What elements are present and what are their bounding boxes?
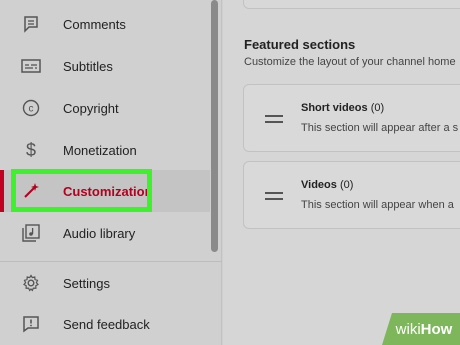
gear-icon [20, 272, 42, 294]
sidebar-item-label: Subtitles [63, 58, 113, 74]
subtitles-icon [20, 55, 42, 77]
sidebar-scrollbar[interactable] [211, 0, 218, 252]
svg-text:c: c [29, 104, 34, 115]
wikihow-watermark: wiki How [382, 313, 460, 345]
copyright-icon: c [20, 97, 42, 119]
sidebar-item-audio-library[interactable]: Audio library [0, 212, 210, 254]
sidebar-item-copyright[interactable]: c Copyright [0, 87, 210, 129]
section-description: Customize the layout of your channel hom… [244, 56, 456, 68]
card-description: This section will appear when a [301, 199, 454, 211]
sidebar-item-label: Audio library [63, 225, 136, 241]
card-count: (0) [339, 179, 354, 191]
card-title: Videos (0) [301, 179, 353, 191]
watermark-how: How [420, 320, 453, 338]
sidebar-item-subtitles[interactable]: Subtitles [0, 45, 210, 87]
dollar-icon: $ [20, 139, 42, 161]
sidebar-item-label: Copyright [63, 100, 119, 116]
svg-text:$: $ [26, 140, 36, 160]
music-library-icon [20, 222, 42, 244]
sidebar-item-label: Comments [63, 16, 126, 32]
main-content: Featured sections Customize the layout o… [223, 0, 460, 345]
comment-icon [20, 13, 42, 35]
active-indicator [0, 170, 4, 212]
sidebar-item-comments[interactable]: Comments [0, 3, 210, 45]
card-title-text: Videos [301, 179, 337, 191]
card-title-text: Short videos [301, 102, 368, 114]
sidebar: Comments Subtitles c Copyright $ Monetiz… [0, 0, 222, 345]
section-title: Featured sections [244, 37, 356, 52]
magic-wand-icon [20, 180, 42, 202]
section-card-short-videos[interactable]: Short videos (0) This section will appea… [243, 84, 460, 152]
sidebar-item-label: Monetization [63, 142, 137, 158]
card-description: This section will appear after a s [301, 122, 459, 134]
feedback-icon [20, 313, 42, 335]
sidebar-item-label: Settings [63, 275, 110, 291]
section-card-videos[interactable]: Videos (0) This section will appear when… [243, 161, 460, 229]
sidebar-item-label: Customization [63, 183, 153, 199]
sidebar-item-label: Send feedback [63, 316, 150, 332]
card-title: Short videos (0) [301, 102, 384, 114]
drag-handle-icon[interactable] [265, 192, 283, 200]
sidebar-item-send-feedback[interactable]: Send feedback [0, 303, 210, 345]
previous-card [243, 0, 460, 9]
drag-handle-icon[interactable] [265, 115, 283, 123]
watermark-wiki: wiki [395, 320, 421, 338]
sidebar-item-customization[interactable]: Customization [0, 170, 210, 212]
sidebar-item-settings[interactable]: Settings [0, 262, 210, 304]
card-count: (0) [370, 102, 385, 114]
sidebar-item-monetization[interactable]: $ Monetization [0, 129, 210, 171]
